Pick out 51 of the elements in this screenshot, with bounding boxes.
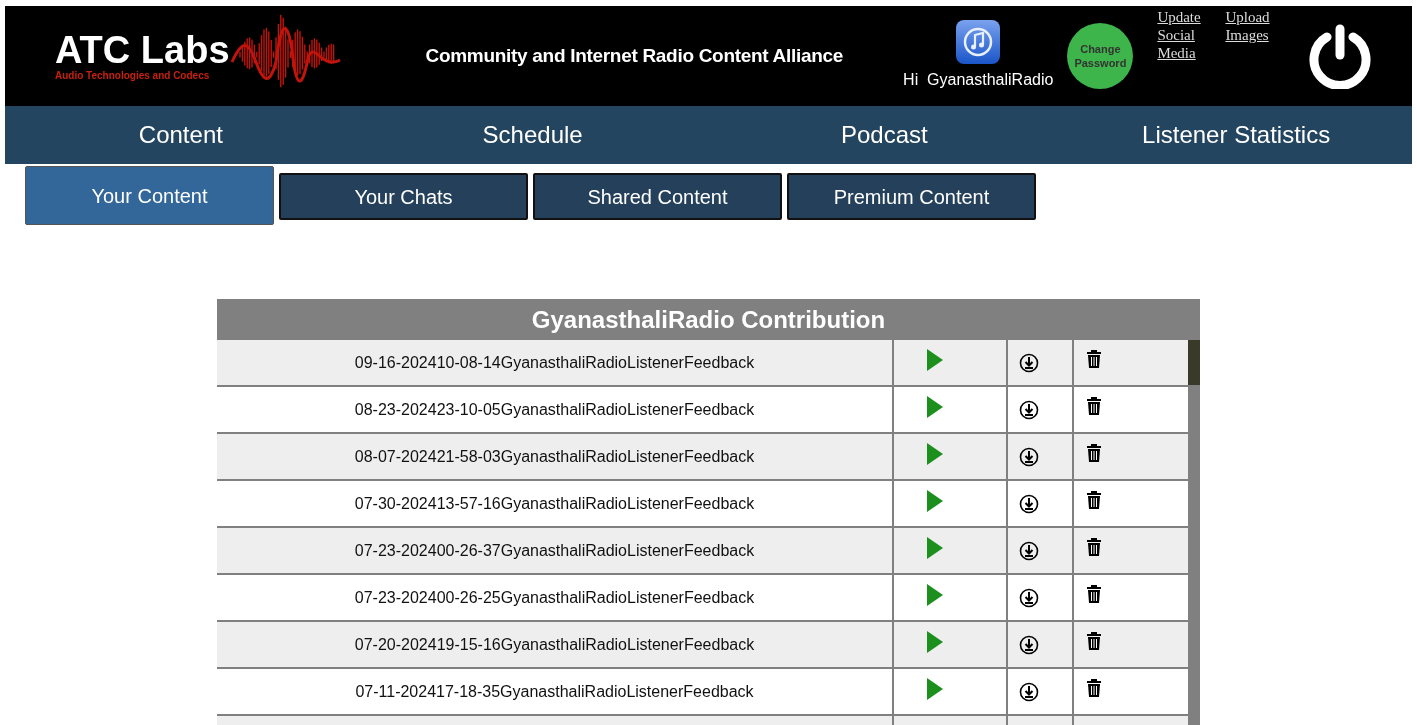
power-icon[interactable] xyxy=(1307,23,1374,89)
header-link[interactable]: Upload Images xyxy=(1225,8,1276,62)
tagline: Community and Internet Radio Content Alliance xyxy=(425,43,844,68)
table-cell: 08-23-202423-10-05GyanasthaliRadioListenerFeedback xyxy=(217,387,892,432)
play-icon[interactable] xyxy=(927,443,943,465)
logo-title: ATC Labs xyxy=(55,30,230,70)
tab[interactable]: Your Chats xyxy=(279,173,528,220)
play-icon[interactable] xyxy=(927,584,943,606)
nav-link[interactable]: Schedule xyxy=(356,106,709,164)
change-password-button[interactable]: Change Password xyxy=(1067,23,1134,89)
play-icon[interactable] xyxy=(927,631,943,653)
music-note-icon[interactable] xyxy=(956,20,1001,64)
nav-link[interactable]: Content xyxy=(5,106,357,164)
download-icon[interactable] xyxy=(1019,494,1039,514)
trash-icon[interactable] xyxy=(1086,349,1102,369)
greeting: Hi GyanasthaliRadio xyxy=(903,70,1054,90)
tab[interactable]: Your Content xyxy=(25,166,274,225)
table-cell: 09-16-202410-08-14GyanasthaliRadioListenerFeedback xyxy=(217,340,892,385)
trash-icon[interactable] xyxy=(1086,490,1102,510)
download-icon[interactable] xyxy=(1019,447,1039,467)
tab[interactable]: Premium Content xyxy=(787,173,1036,220)
table-cell: 08-07-202421-58-03GyanasthaliRadioListenerFeedback xyxy=(217,434,892,479)
trash-icon[interactable] xyxy=(1086,584,1102,604)
download-icon[interactable] xyxy=(1019,635,1039,655)
download-icon[interactable] xyxy=(1019,588,1039,608)
trash-icon[interactable] xyxy=(1086,631,1102,651)
header-link[interactable]: Update Social Media xyxy=(1157,8,1208,62)
nav-link[interactable]: Listener Statistics xyxy=(1060,106,1412,164)
download-icon[interactable] xyxy=(1019,541,1039,561)
play-icon[interactable] xyxy=(927,349,943,371)
download-icon[interactable] xyxy=(1019,400,1039,420)
table-cell: 07-30-202413-57-16GyanasthaliRadioListenerFeedback xyxy=(217,481,892,526)
tab[interactable]: Shared Content xyxy=(533,173,782,220)
play-icon[interactable] xyxy=(927,490,943,512)
nav-link[interactable]: Podcast xyxy=(708,106,1061,164)
table-cell: 07-11-202417-18-35GyanasthaliRadioListenerFeedback xyxy=(217,669,892,714)
play-icon[interactable] xyxy=(927,678,943,700)
download-icon[interactable] xyxy=(1019,353,1039,373)
trash-icon[interactable] xyxy=(1086,443,1102,463)
trash-icon[interactable] xyxy=(1086,537,1102,557)
scrollbar-thumb[interactable] xyxy=(1188,340,1200,385)
play-icon[interactable] xyxy=(927,396,943,418)
table-cell: 07-23-202400-26-37GyanasthaliRadioListenerFeedback xyxy=(217,528,892,573)
play-icon[interactable] xyxy=(927,537,943,559)
download-icon[interactable] xyxy=(1019,682,1039,702)
table-title: GyanasthaliRadio Contribution xyxy=(530,304,887,335)
trash-icon[interactable] xyxy=(1086,396,1102,416)
table-cell: 07-23-202400-26-25GyanasthaliRadioListenerFeedback xyxy=(217,575,892,620)
logo-subtitle: Audio Technologies and Codecs xyxy=(55,70,211,82)
trash-icon[interactable] xyxy=(1086,678,1102,698)
table-cell: 07-20-202419-15-16GyanasthaliRadioListenerFeedback xyxy=(217,622,892,667)
